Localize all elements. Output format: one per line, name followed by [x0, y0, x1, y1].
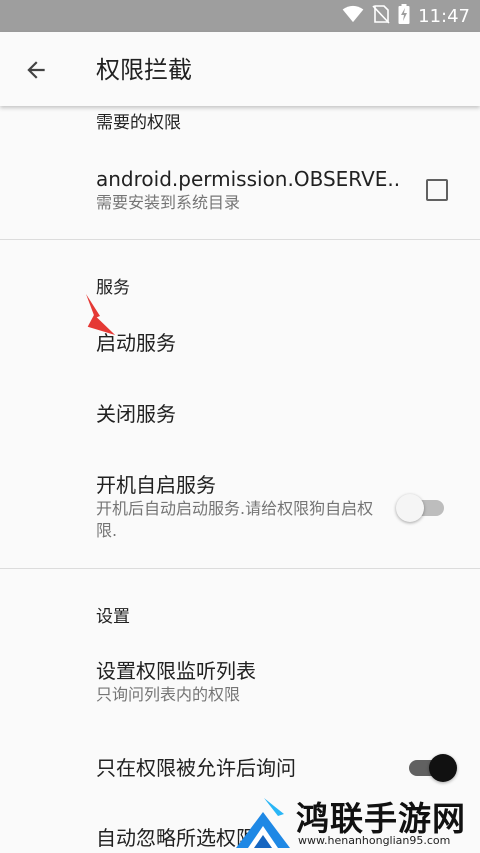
arrow-back-icon [27, 61, 45, 79]
switch-thumb [429, 754, 457, 782]
permission-item[interactable]: android.permission.OBSERVE.. 需要安装到系统目录 [96, 166, 401, 214]
app-bar: 权限拦截 [0, 32, 480, 106]
permission-checkbox[interactable] [426, 179, 448, 201]
switch-thumb [396, 494, 424, 522]
listen-list-summary: 只询问列表内的权限 [96, 685, 241, 704]
watermark-url: www.henanhonglian95.com [298, 834, 451, 847]
section-header-permissions: 需要的权限 [96, 113, 181, 133]
wifi-icon [342, 5, 364, 27]
divider [0, 239, 480, 240]
start-service-title: 启动服务 [96, 331, 176, 355]
section-header-settings: 设置 [96, 607, 130, 627]
stop-service-item[interactable]: 关闭服务 [96, 401, 396, 427]
boot-service-summary: 开机后自动启动服务.请给权限狗自启权限. [96, 499, 374, 540]
boot-service-item[interactable]: 开机自启服务 开机后自动启动服务.请给权限狗自启权限. [96, 472, 376, 542]
stop-service-title: 关闭服务 [96, 402, 176, 426]
no-sim-icon [372, 4, 390, 28]
battery-charging-icon [398, 4, 410, 28]
ask-after-allow-title: 只在权限被允许后询问 [96, 756, 296, 780]
preference-list[interactable]: 需要的权限 android.permission.OBSERVE.. 需要安装到… [0, 106, 480, 853]
watermark-logo-icon [236, 798, 290, 848]
ask-after-allow-switch[interactable] [403, 751, 457, 785]
listen-list-item[interactable]: 设置权限监听列表 只询问列表内的权限 [96, 658, 396, 706]
permission-item-title: android.permission.OBSERVE.. [96, 167, 401, 191]
status-icons: 11:47 [342, 0, 470, 32]
divider [0, 568, 480, 569]
annotation-arrow-icon [86, 294, 116, 335]
status-time: 11:47 [418, 5, 470, 27]
permission-item-summary: 需要安装到系统目录 [96, 193, 241, 212]
boot-service-title: 开机自启服务 [96, 473, 216, 497]
boot-service-switch[interactable] [396, 491, 450, 525]
status-bar: 11:47 [0, 0, 480, 32]
ask-after-allow-item[interactable]: 只在权限被允许后询问 [96, 755, 396, 781]
watermark: 鸿联手游网 www.henanhonglian95.com [228, 790, 480, 853]
start-service-item[interactable]: 启动服务 [96, 330, 396, 356]
watermark-title: 鸿联手游网 [296, 799, 466, 838]
back-button[interactable] [20, 54, 52, 86]
page-title: 权限拦截 [96, 56, 192, 84]
listen-list-title: 设置权限监听列表 [96, 659, 256, 683]
